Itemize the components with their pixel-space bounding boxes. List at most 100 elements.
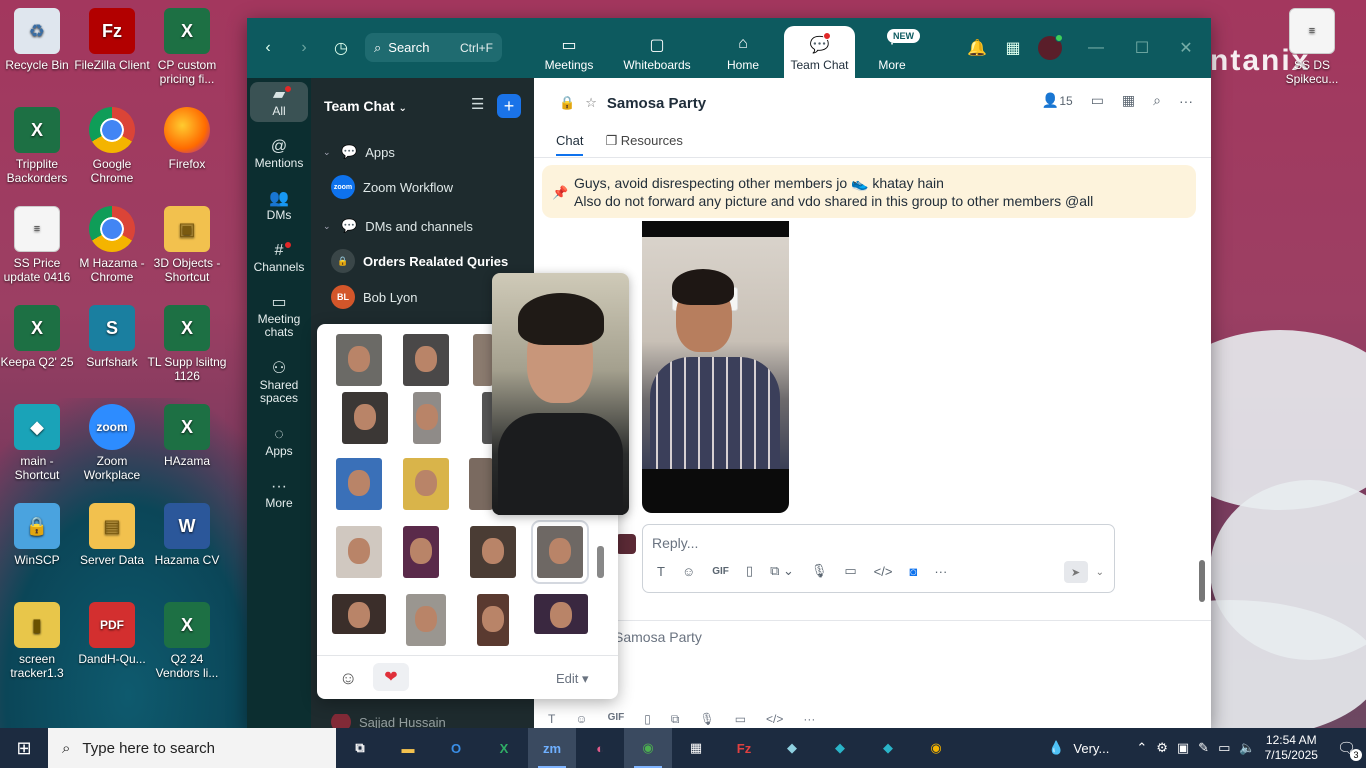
tab-resources[interactable]: ❐ Resources <box>605 133 682 156</box>
desktop-icon-m-hazama[interactable]: M Hazama - Chrome <box>72 206 152 284</box>
calculator-icon[interactable]: ▦ <box>672 728 720 768</box>
rail-all[interactable]: ▰ All <box>250 82 308 122</box>
gif-button[interactable]: GIF <box>608 712 625 727</box>
emoji-icon[interactable]: ☺ <box>575 712 587 727</box>
desktop-icon-surfshark[interactable]: S Surfshark <box>72 305 152 369</box>
chrome-taskbar-icon[interactable]: ◉ <box>624 728 672 768</box>
send-icon[interactable]: ➤ <box>1063 561 1088 583</box>
history-icon[interactable]: ◷ <box>329 33 353 63</box>
video-call-icon[interactable]: ▭ <box>1091 92 1104 109</box>
list-item-sajjad[interactable]: Sajjad Hussain <box>311 714 534 728</box>
app-icon[interactable]: ◆ <box>816 728 864 768</box>
desktop-icon-recycle-bin[interactable]: ♻ Recycle Bin <box>0 8 77 72</box>
desktop-icon-tripplite[interactable]: X Tripplite Backorders <box>0 107 77 185</box>
desktop-icon-hazama[interactable]: X HAzama <box>147 404 227 468</box>
sticker[interactable] <box>470 526 516 578</box>
rail-apps[interactable]: ◌ Apps <box>247 427 311 458</box>
filter-icon[interactable]: ☰ <box>471 95 484 113</box>
search-icon[interactable]: ⌕ <box>1153 92 1161 109</box>
chrome-icon[interactable]: ◉ <box>912 728 960 768</box>
search-box[interactable]: ⌕ Search Ctrl+F <box>365 33 502 62</box>
code-icon[interactable]: </> <box>766 712 783 727</box>
shared-photo[interactable] <box>642 221 789 513</box>
sticker[interactable] <box>469 458 493 510</box>
sticker[interactable] <box>403 526 439 578</box>
new-chat-button[interactable]: + <box>497 94 521 118</box>
task-view-icon[interactable]: ⧉ <box>336 728 384 768</box>
tab-meetings[interactable]: ▭ Meetings <box>537 26 601 78</box>
file-icon[interactable]: ▯ <box>746 563 753 579</box>
tab-whiteboards[interactable]: ▢ Whiteboards <box>615 26 699 78</box>
paint-icon[interactable]: ◐ <box>576 728 624 768</box>
tab-chat[interactable]: Chat <box>556 133 584 156</box>
taskbar-search[interactable]: ⌕ Type here to search <box>48 728 336 768</box>
sticker[interactable] <box>473 334 493 386</box>
sticker-selected[interactable] <box>531 520 589 584</box>
close-icon[interactable]: ✕ <box>1175 33 1197 63</box>
rail-mentions[interactable]: @ Mentions <box>247 139 311 170</box>
tray-app-icon[interactable]: ▣ <box>1177 740 1189 756</box>
tab-home[interactable]: ⌂ Home <box>715 26 771 78</box>
section-dms-channels[interactable]: ⌄ 💬 DMs and channels <box>311 211 534 241</box>
sticker[interactable] <box>342 392 388 444</box>
excel-icon[interactable]: X <box>480 728 528 768</box>
desktop-icon-ss-ds[interactable]: ≡ SS DS Spikecu... <box>1272 8 1352 86</box>
app-icon[interactable]: ◆ <box>864 728 912 768</box>
rail-meeting-chats[interactable]: ▭ Meeting chats <box>247 295 311 339</box>
sticker[interactable] <box>332 594 386 634</box>
desktop-icon-hazama-cv[interactable]: W Hazama CV <box>147 503 227 567</box>
app-icon[interactable]: ◆ <box>768 728 816 768</box>
minimize-icon[interactable]: — <box>1085 33 1107 63</box>
forward-icon[interactable]: › <box>293 33 315 63</box>
file-icon[interactable]: ▯ <box>644 712 651 727</box>
desktop-icon-q2-vendors[interactable]: X Q2 24 Vendors li... <box>147 602 227 680</box>
video-message-icon[interactable]: ▭ <box>844 563 856 579</box>
windows-start-icon[interactable]: ⊞ <box>0 728 48 768</box>
text-format-icon[interactable]: T <box>548 712 555 727</box>
pen-icon[interactable]: ✎ <box>1198 740 1209 756</box>
sticker[interactable] <box>336 526 382 578</box>
microphone-icon[interactable]: 🎙 <box>811 563 828 579</box>
members-button[interactable]: 👤15 <box>1042 92 1073 109</box>
rail-dms[interactable]: 👥 DMs <box>247 191 311 222</box>
desktop-icon-server-data[interactable]: ▤ Server Data <box>72 503 152 567</box>
sticker-scrollbar[interactable] <box>597 546 604 578</box>
bell-icon[interactable]: 🔔 <box>965 33 989 63</box>
weather-icon[interactable]: 💧 <box>1048 740 1064 756</box>
rail-more[interactable]: ··· More <box>247 479 311 510</box>
desktop-icon-3d-objects[interactable]: ▣ 3D Objects - Shortcut <box>147 206 227 284</box>
desktop-icon-ss-price[interactable]: ≡ SS Price update 0416 <box>0 206 77 284</box>
calendar-icon[interactable]: ▦ <box>1122 92 1135 109</box>
heart-icon[interactable]: ❤ <box>373 663 409 691</box>
sticker[interactable] <box>534 594 588 634</box>
desktop-icon-keepa[interactable]: X Keepa Q2' 25 <box>0 305 77 369</box>
list-item-zoom-workflow[interactable]: zoom Zoom Workflow <box>311 172 534 202</box>
chevron-down-icon[interactable]: ⌄ <box>1096 567 1104 578</box>
app-icon[interactable]: ◙ <box>909 564 917 579</box>
desktop-icon-tl-supp[interactable]: X TL Supp lsiitng 1126 <box>147 305 227 383</box>
sticker[interactable] <box>406 594 446 646</box>
code-icon[interactable]: </> <box>874 564 893 579</box>
text-format-icon[interactable]: T <box>657 564 665 579</box>
reply-box[interactable]: Reply... T ☺ GIF ▯ ⧉ ⌄ 🎙 ▭ </> ◙ ··· ➤ ⌄ <box>642 524 1115 593</box>
desktop-icon-firefox[interactable]: Firefox <box>147 107 227 171</box>
sticker[interactable] <box>403 458 449 510</box>
tray-app-icon[interactable]: ⚙ <box>1156 740 1168 756</box>
volume-icon[interactable]: 🔈 <box>1239 740 1255 756</box>
desktop-icon-filezilla[interactable]: Fz FileZilla Client <box>72 8 152 72</box>
sticker[interactable] <box>336 334 382 386</box>
chat-scrollbar[interactable] <box>1199 560 1205 602</box>
desktop-icon-winscp[interactable]: 🔒 WinSCP <box>0 503 77 567</box>
rail-shared-spaces[interactable]: ⚇ Shared spaces <box>247 361 311 405</box>
desktop-icon-zoom[interactable]: zoom Zoom Workplace <box>72 404 152 482</box>
video-message-icon[interactable]: ▭ <box>735 712 746 727</box>
list-item-orders[interactable]: 🔒 Orders Realated Quries <box>311 246 534 276</box>
filezilla-icon[interactable]: Fz <box>720 728 768 768</box>
edit-button[interactable]: Edit ▾ <box>556 671 589 687</box>
gif-button[interactable]: GIF <box>712 566 729 577</box>
chat-title[interactable]: Samosa Party <box>607 95 706 112</box>
sticker[interactable] <box>413 392 441 444</box>
desktop-icon-dandh[interactable]: PDF DandH-Qu... <box>72 602 152 666</box>
desktop-icon-cp-custom[interactable]: X CP custom pricing fi... <box>147 8 227 86</box>
pinned-message[interactable]: 📌 Guys, avoid disrespecting other member… <box>542 165 1196 218</box>
